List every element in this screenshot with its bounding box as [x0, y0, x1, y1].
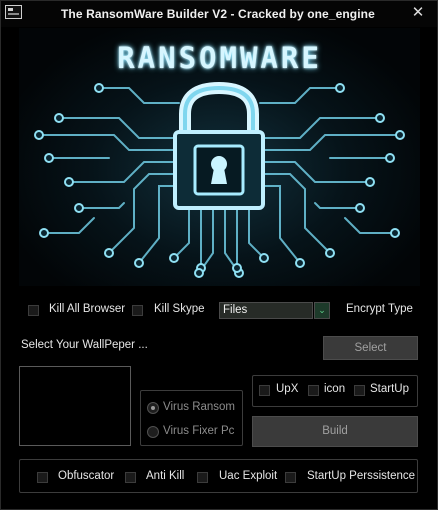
encrypt-type-label: Encrypt Type — [346, 303, 413, 315]
uac-exploit-checkbox[interactable] — [197, 472, 208, 483]
virus-fixer-label: Virus Fixer Pc — [163, 425, 235, 437]
padlock-circuit-icon — [34, 81, 405, 278]
file-type-dropdown[interactable]: Files — [219, 302, 313, 319]
upx-label: UpX — [276, 383, 299, 395]
build-button[interactable]: Build — [252, 416, 418, 447]
kill-all-browser-label: Kill All Browser — [49, 303, 126, 315]
virus-fixer-radio[interactable] — [147, 426, 159, 438]
app-window-icon — [5, 5, 22, 19]
upx-checkbox[interactable] — [259, 385, 270, 396]
close-button[interactable]: ✕ — [409, 4, 427, 22]
wallpaper-label: Select Your WallPeper ... — [21, 339, 148, 351]
obfuscator-label: Obfuscator — [58, 470, 115, 482]
builder-window: The RansomWare Builder V2 - Cracked by o… — [0, 0, 438, 510]
window-title: The RansomWare Builder V2 - Cracked by o… — [61, 7, 375, 21]
title-bar[interactable]: The RansomWare Builder V2 - Cracked by o… — [1, 1, 437, 27]
kill-all-browser-checkbox[interactable] — [28, 305, 39, 316]
wallpaper-preview — [19, 366, 131, 446]
uac-exploit-label: Uac Exploit — [219, 470, 278, 482]
startup-checkbox[interactable] — [354, 385, 365, 396]
ransomware-banner: RANSOMWARE — [19, 28, 420, 286]
anti-kill-label: Anti Kill — [146, 470, 185, 482]
icon-label: icon — [324, 383, 346, 395]
startup-label: StartUp — [370, 383, 409, 395]
chevron-down-icon[interactable]: ⌄ — [314, 302, 330, 319]
select-wallpaper-button[interactable]: Select — [323, 336, 418, 360]
virus-ransom-label: Virus Ransom — [163, 401, 236, 413]
kill-skype-label: Kill Skype — [154, 303, 205, 315]
startup-persistence-label: StartUp Perssistence — [307, 470, 416, 482]
kill-skype-checkbox[interactable] — [132, 305, 143, 316]
anti-kill-checkbox[interactable] — [125, 472, 136, 483]
mode-group — [140, 390, 243, 446]
startup-persistence-checkbox[interactable] — [285, 472, 296, 483]
virus-ransom-radio[interactable] — [147, 402, 159, 414]
obfuscator-checkbox[interactable] — [37, 472, 48, 483]
icon-checkbox[interactable] — [308, 385, 319, 396]
